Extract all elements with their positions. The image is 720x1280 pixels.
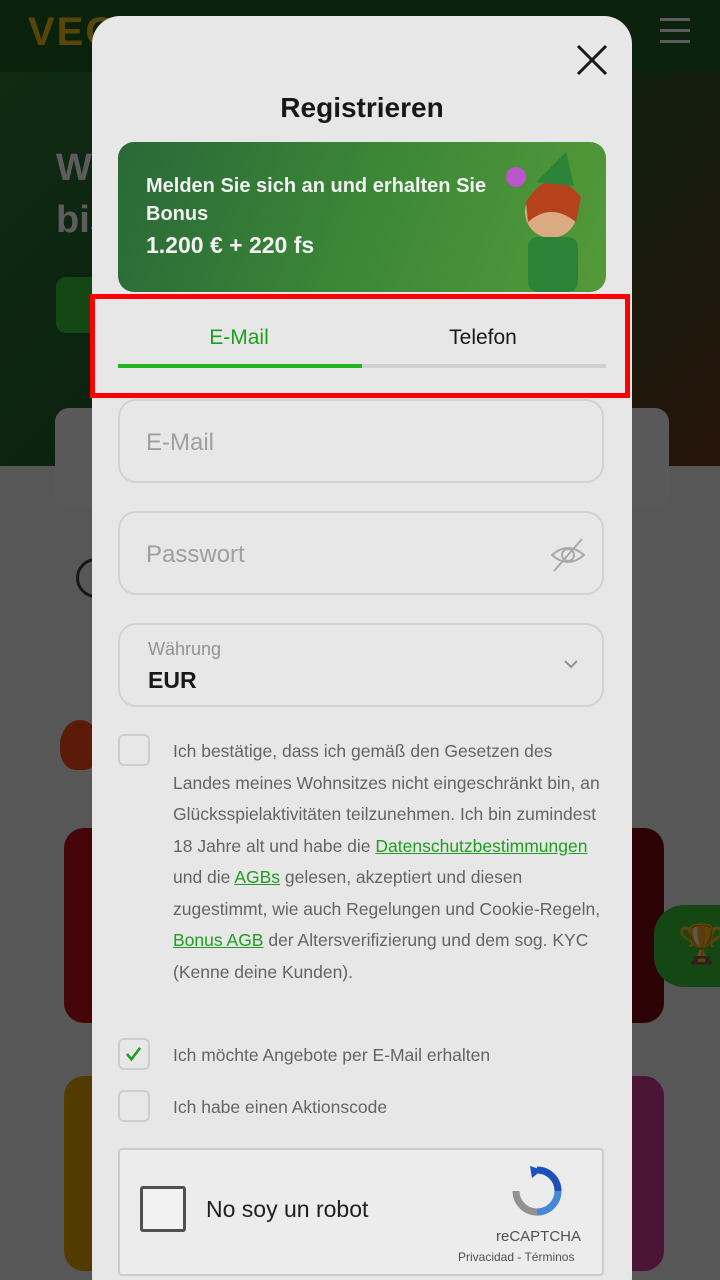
recaptcha-terms-link[interactable]: Privacidad - Términos xyxy=(458,1250,574,1264)
offers-checkbox[interactable] xyxy=(118,1038,150,1070)
chevron-down-icon xyxy=(564,660,578,669)
highlight-box xyxy=(90,294,630,398)
promo-code-checkbox[interactable] xyxy=(118,1090,150,1122)
currency-label: Währung xyxy=(148,639,222,659)
recaptcha-logo-icon xyxy=(512,1166,562,1216)
promo-code-row: Ich habe einen Aktionscode xyxy=(118,1090,608,1130)
registration-modal: Registrieren Melden Sie sich an und erha… xyxy=(92,16,632,1280)
terms-row: Ich bestätige, dass ich gemäß den Gesetz… xyxy=(118,734,608,1034)
email-input[interactable] xyxy=(146,427,526,459)
email-field xyxy=(118,399,604,483)
eye-off-icon[interactable] xyxy=(548,535,588,575)
recaptcha-checkbox[interactable] xyxy=(140,1186,186,1232)
privacy-link[interactable]: Datenschutzbestimmungen xyxy=(375,836,587,856)
password-field xyxy=(118,511,604,595)
promo-headline: Melden Sie sich an und erhalten Sie Bonu… xyxy=(146,175,487,225)
promo-code-label: Ich habe einen Aktionscode xyxy=(173,1097,388,1117)
bonus-agb-link[interactable]: Bonus AGB xyxy=(173,930,263,950)
close-icon[interactable] xyxy=(572,40,612,80)
offers-row: Ich möchte Angebote per E-Mail erhalten xyxy=(118,1038,608,1078)
currency-value: EUR xyxy=(148,667,197,693)
currency-select[interactable]: Währung EUR xyxy=(118,623,604,707)
modal-title: Registrieren xyxy=(280,92,444,123)
recaptcha-brand: reCAPTCHA xyxy=(496,1228,582,1245)
checkmark-icon xyxy=(125,1047,142,1062)
agb-link[interactable]: AGBs xyxy=(234,867,280,887)
terms-text: Ich bestätige, dass ich gemäß den Gesetz… xyxy=(173,741,601,982)
offers-label: Ich möchte Angebote per E-Mail erhalten xyxy=(173,1045,491,1065)
terms-checkbox[interactable] xyxy=(118,734,150,766)
promo-banner: Melden Sie sich an und erhalten Sie Bonu… xyxy=(118,142,606,292)
password-input[interactable] xyxy=(146,539,526,571)
recaptcha-widget: No soy un robot reCAPTCHA Privacidad - T… xyxy=(118,1148,604,1276)
promo-bonus-amount: 1.200 € + 220 fs xyxy=(146,232,315,258)
recaptcha-label: No soy un robot xyxy=(206,1196,369,1222)
